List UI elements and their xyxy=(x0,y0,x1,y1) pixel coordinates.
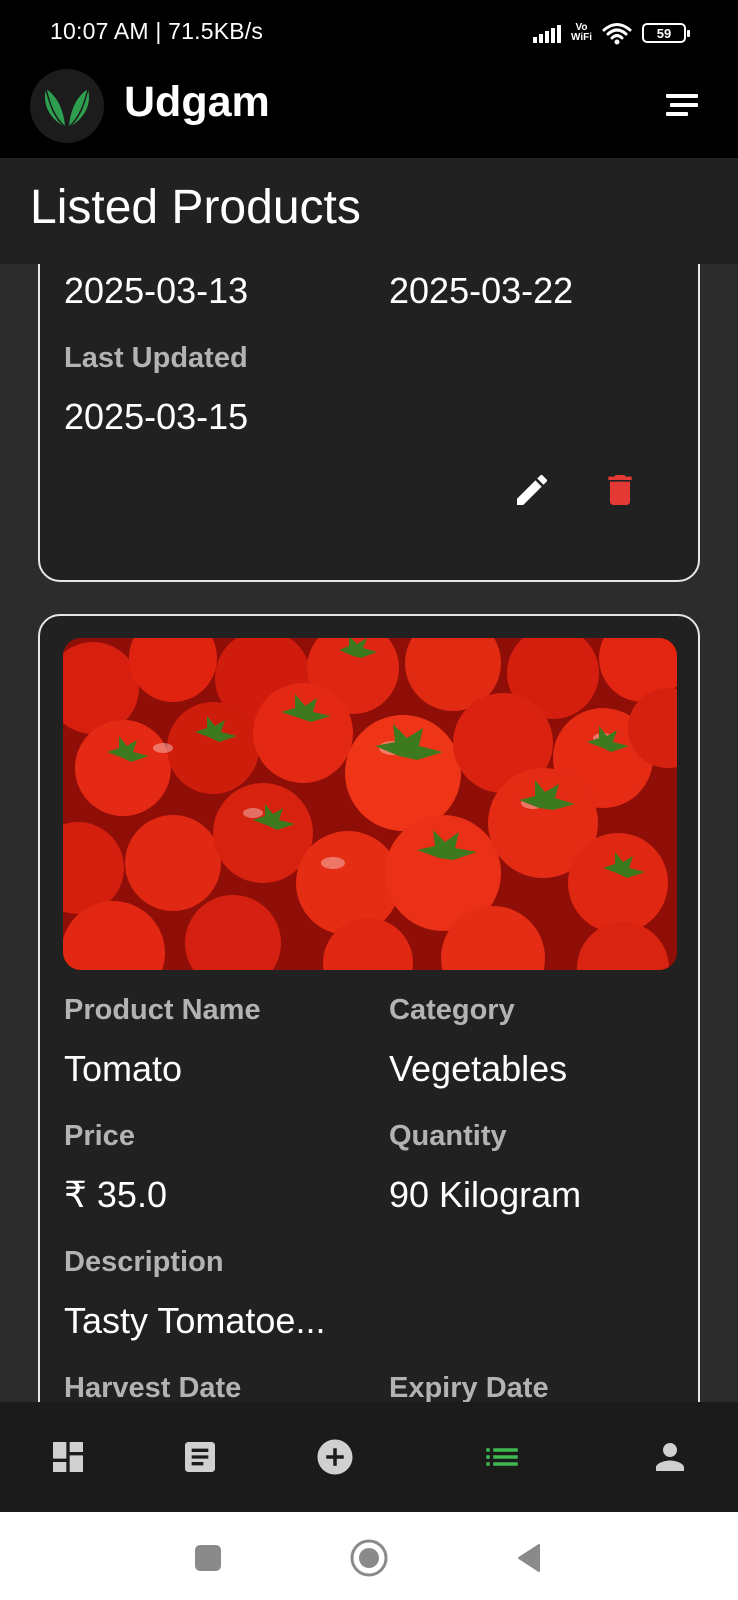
category-value: Vegetables xyxy=(389,1048,568,1089)
product-card: Product Name Category Tomato Vegetables … xyxy=(38,614,700,1402)
nav-articles[interactable] xyxy=(170,1427,230,1487)
expiry-date-value: 2025-03-22 xyxy=(389,270,574,311)
nav-listed-products[interactable] xyxy=(472,1427,532,1487)
status-time: 10:07 AM | 71.5KB/s xyxy=(50,18,264,44)
quantity-value: 90 Kilogram xyxy=(389,1174,582,1215)
price-value: ₹ 35.0 xyxy=(64,1174,167,1215)
signal-icon xyxy=(532,23,561,43)
leaf-logo-icon xyxy=(30,69,104,143)
description-value: Tasty Tomatoe... xyxy=(64,1300,326,1341)
dashboard-icon xyxy=(53,1442,83,1472)
bottom-navigation xyxy=(0,1402,738,1512)
system-navigation xyxy=(0,1512,738,1600)
battery-level: 59 xyxy=(656,25,672,41)
product-image xyxy=(63,638,677,970)
product-name-value: Tomato xyxy=(64,1048,183,1089)
page-title: Listed Products xyxy=(30,181,361,234)
last-updated-value: 2025-03-15 xyxy=(64,396,249,437)
pencil-icon xyxy=(517,474,548,505)
nav-add-product[interactable] xyxy=(305,1427,365,1487)
status-icons: Vo WiFi 59 xyxy=(532,18,690,48)
quantity-label: Quantity xyxy=(389,1120,507,1152)
nav-dashboard[interactable] xyxy=(38,1427,98,1487)
home-circle-icon xyxy=(350,1539,388,1577)
page-header: Listed Products xyxy=(0,158,738,264)
nav-profile[interactable] xyxy=(640,1427,700,1487)
recents-button[interactable] xyxy=(186,1536,230,1580)
vowifi-bottom-label: WiFi xyxy=(570,32,592,43)
harvest-date-value: 2025-03-13 xyxy=(64,270,249,311)
product-card: 2025-03-13 2025-03-22 Last Updated 2025-… xyxy=(38,264,700,582)
article-icon xyxy=(185,1442,215,1472)
trash-icon xyxy=(608,475,632,505)
battery-icon: 59 xyxy=(642,23,690,43)
list-icon xyxy=(486,1448,518,1466)
price-label: Price xyxy=(64,1120,135,1152)
delete-button[interactable] xyxy=(596,466,644,514)
product-list[interactable]: 2025-03-13 2025-03-22 Last Updated 2025-… xyxy=(0,264,738,1402)
edit-button[interactable] xyxy=(508,466,556,514)
recents-square-icon xyxy=(195,1545,221,1571)
home-button[interactable] xyxy=(347,1536,391,1580)
sort-menu-icon[interactable] xyxy=(662,88,702,124)
category-label: Category xyxy=(389,994,515,1026)
person-icon xyxy=(656,1443,684,1471)
wifi-icon xyxy=(602,23,632,45)
harvest-date-label: Harvest Date xyxy=(64,1372,242,1402)
app-bar: Udgam xyxy=(0,66,738,158)
app-title: Udgam xyxy=(124,78,270,126)
last-updated-label: Last Updated xyxy=(64,342,248,374)
back-triangle-icon xyxy=(518,1544,540,1572)
app-screen: 10:07 AM | 71.5KB/s Vo WiFi 59 Udgam Lis… xyxy=(0,0,738,1600)
product-name-label: Product Name xyxy=(64,994,261,1026)
description-label: Description xyxy=(64,1246,224,1278)
back-button[interactable] xyxy=(508,1536,552,1580)
vowifi-icon: Vo WiFi xyxy=(571,23,592,43)
expiry-date-label: Expiry Date xyxy=(389,1372,549,1402)
status-bar: 10:07 AM | 71.5KB/s Vo WiFi 59 xyxy=(0,0,738,66)
add-circle-icon xyxy=(317,1439,353,1475)
